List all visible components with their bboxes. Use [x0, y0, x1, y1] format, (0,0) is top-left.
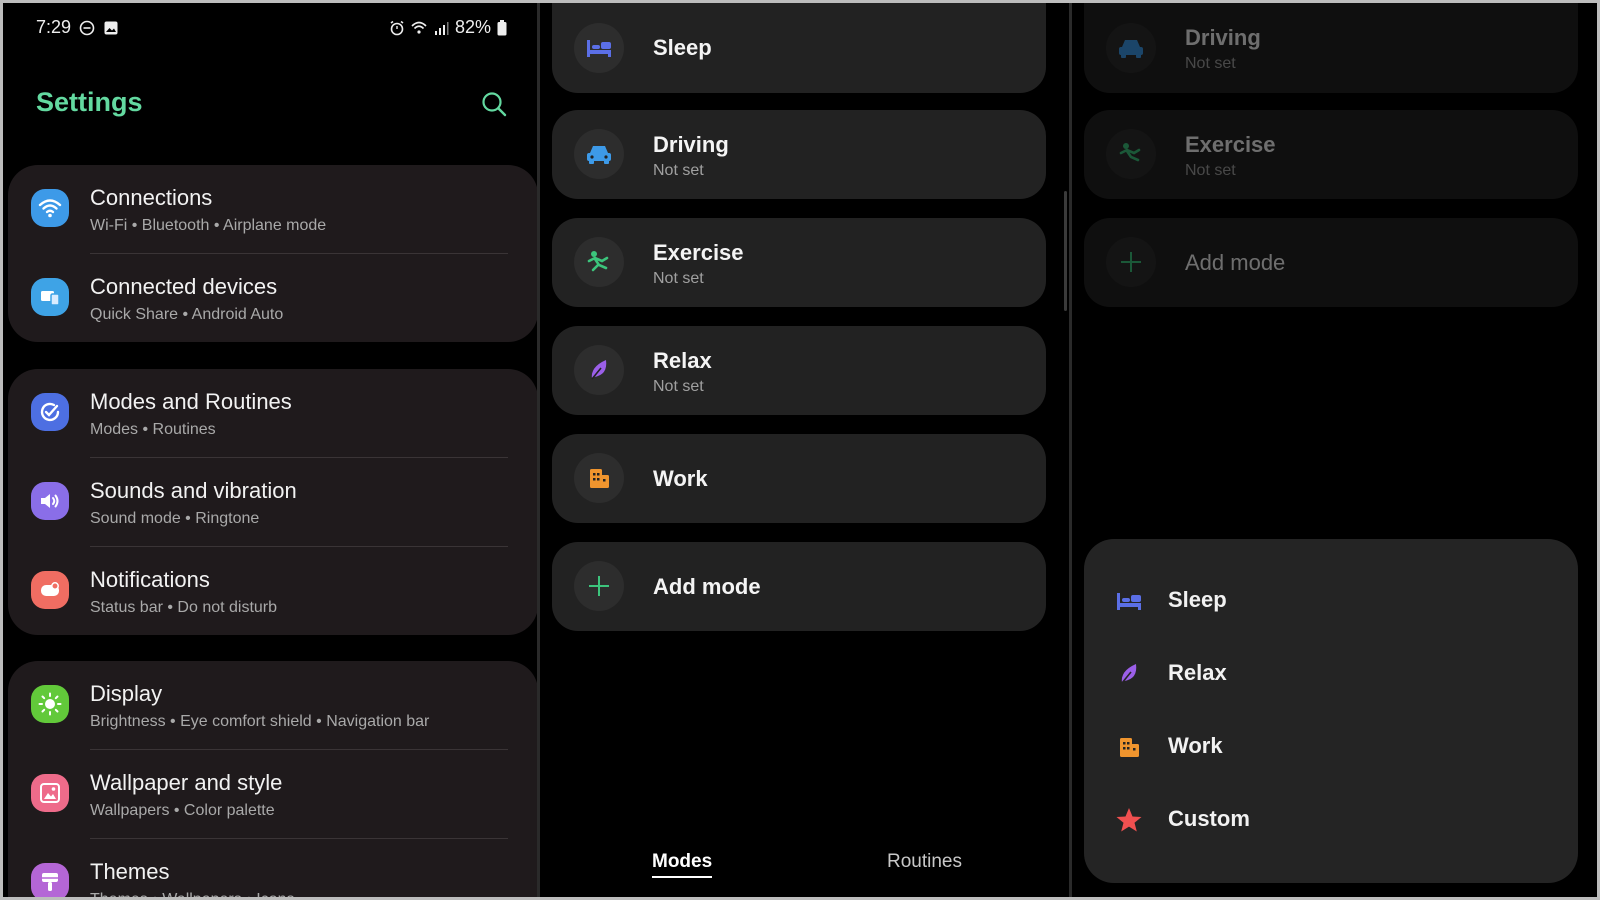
item-subtitle: Modes • Routines	[90, 421, 216, 438]
building-icon	[1114, 732, 1144, 762]
leaf-icon	[1114, 659, 1144, 689]
option-relax[interactable]: Relax	[1114, 652, 1514, 692]
page-title: Settings	[36, 87, 143, 117]
speaker-icon	[31, 482, 69, 520]
check-circle-icon	[31, 393, 69, 431]
mode-exercise: Exercise Not set	[1084, 110, 1578, 199]
wifi-status-icon	[411, 21, 427, 34]
plus-icon	[574, 561, 624, 611]
status-time: 7:29	[36, 17, 72, 37]
settings-item-display[interactable]: Display Brightness • Eye comfort shield …	[8, 661, 537, 749]
add-mode-button[interactable]: Add mode	[552, 542, 1046, 631]
battery-icon	[497, 19, 507, 35]
car-icon	[574, 129, 624, 179]
mode-driving[interactable]: Driving Not set	[552, 110, 1046, 199]
runner-icon	[1106, 129, 1156, 179]
settings-item-modes-and-routines[interactable]: Modes and Routines Modes • Routines	[8, 369, 537, 457]
mode-title: Exercise	[1185, 132, 1276, 157]
tab-routines[interactable]: Routines	[887, 851, 962, 873]
mode-title: Work	[653, 466, 708, 491]
screenshot-frame: 7:29 82% Settings Connections Wi-Fi • Bl…	[0, 0, 1600, 900]
option-label: Work	[1168, 733, 1223, 758]
bed-icon	[574, 23, 624, 73]
mode-subtitle: Not set	[1185, 55, 1236, 72]
gallery-notification-icon	[104, 21, 118, 34]
status-bar: 7:29 82%	[36, 17, 507, 41]
building-icon	[574, 453, 624, 503]
mode-title: Driving	[1185, 25, 1261, 50]
mode-title: Driving	[653, 132, 729, 157]
star-icon	[1114, 805, 1144, 835]
option-sleep[interactable]: Sleep	[1114, 579, 1514, 619]
bottom-tabs: Modes Routines	[540, 851, 1069, 881]
mode-title: Add mode	[653, 574, 761, 599]
notification-icon	[31, 571, 69, 609]
signal-icon	[434, 21, 449, 35]
add-mode-panel: Driving Not set Exercise Not set Add mod…	[1072, 3, 1597, 897]
mode-title: Sleep	[653, 35, 712, 60]
option-label: Relax	[1168, 660, 1227, 685]
item-subtitle: Sound mode • Ringtone	[90, 510, 260, 527]
mode-sleep[interactable]: Sleep	[552, 3, 1046, 93]
runner-icon	[574, 237, 624, 287]
settings-group-display: Display Brightness • Eye comfort shield …	[8, 661, 537, 900]
image-icon	[31, 774, 69, 812]
wifi-icon	[31, 189, 69, 227]
settings-panel: 7:29 82% Settings Connections Wi-Fi • Bl…	[6, 3, 537, 900]
item-subtitle: Wallpapers • Color palette	[90, 802, 275, 819]
tab-modes[interactable]: Modes	[652, 851, 713, 878]
mode-title: Relax	[653, 348, 712, 373]
mode-work[interactable]: Work	[552, 434, 1046, 523]
mode-subtitle: Not set	[653, 378, 704, 395]
add-mode-sheet: Sleep Relax Work Custom	[1084, 539, 1578, 883]
mode-subtitle: Not set	[1185, 162, 1236, 179]
mode-title: Exercise	[653, 240, 744, 265]
option-label: Sleep	[1168, 587, 1227, 612]
item-subtitle: Brightness • Eye comfort shield • Naviga…	[90, 713, 430, 730]
item-title: Themes	[90, 859, 170, 884]
dnd-icon	[79, 20, 95, 35]
mode-subtitle: Not set	[653, 270, 704, 287]
mode-subtitle: Not set	[653, 162, 704, 179]
option-custom[interactable]: Custom	[1114, 798, 1514, 838]
settings-item-connections[interactable]: Connections Wi-Fi • Bluetooth • Airplane…	[8, 165, 537, 253]
modes-panel: Sleep Driving Not set Exercise Not set R…	[540, 3, 1069, 897]
mode-title: Add mode	[1185, 250, 1286, 275]
item-title: Wallpaper and style	[90, 770, 283, 795]
bed-icon	[1114, 586, 1144, 616]
settings-item-notifications[interactable]: Notifications Status bar • Do not distur…	[8, 547, 537, 635]
item-title: Display	[90, 681, 163, 706]
option-work[interactable]: Work	[1114, 725, 1514, 765]
mode-driving: Driving Not set	[1084, 3, 1578, 93]
scrollbar[interactable]	[1064, 191, 1067, 311]
leaf-icon	[574, 345, 624, 395]
car-icon	[1106, 23, 1156, 73]
settings-item-wallpaper-and-style[interactable]: Wallpaper and style Wallpapers • Color p…	[8, 750, 537, 838]
item-subtitle: Quick Share • Android Auto	[90, 306, 284, 323]
item-subtitle: Themes • Wallpapers • Icons	[90, 891, 295, 900]
item-title: Modes and Routines	[90, 389, 292, 414]
item-title: Sounds and vibration	[90, 478, 297, 503]
devices-icon	[31, 278, 69, 316]
settings-item-themes[interactable]: Themes Themes • Wallpapers • Icons	[8, 839, 537, 900]
item-subtitle: Wi-Fi • Bluetooth • Airplane mode	[90, 217, 327, 234]
settings-item-connected-devices[interactable]: Connected devices Quick Share • Android …	[8, 254, 537, 342]
settings-group-connectivity: Connections Wi-Fi • Bluetooth • Airplane…	[8, 165, 537, 342]
item-subtitle: Status bar • Do not disturb	[90, 599, 278, 616]
item-title: Connected devices	[90, 274, 278, 299]
settings-group-modes: Modes and Routines Modes • Routines Soun…	[8, 369, 537, 635]
option-label: Custom	[1168, 806, 1250, 831]
item-title: Connections	[90, 185, 213, 210]
sun-icon	[31, 685, 69, 723]
item-title: Notifications	[90, 567, 210, 592]
battery-percent: 82%	[454, 17, 491, 37]
alarm-icon	[390, 20, 404, 35]
mode-exercise[interactable]: Exercise Not set	[552, 218, 1046, 307]
brush-icon	[31, 863, 69, 897]
plus-icon	[1106, 237, 1156, 287]
add-mode-button: Add mode	[1084, 218, 1578, 307]
mode-relax[interactable]: Relax Not set	[552, 326, 1046, 415]
settings-item-sounds-and-vibration[interactable]: Sounds and vibration Sound mode • Ringto…	[8, 458, 537, 546]
search-icon[interactable]	[479, 89, 509, 119]
